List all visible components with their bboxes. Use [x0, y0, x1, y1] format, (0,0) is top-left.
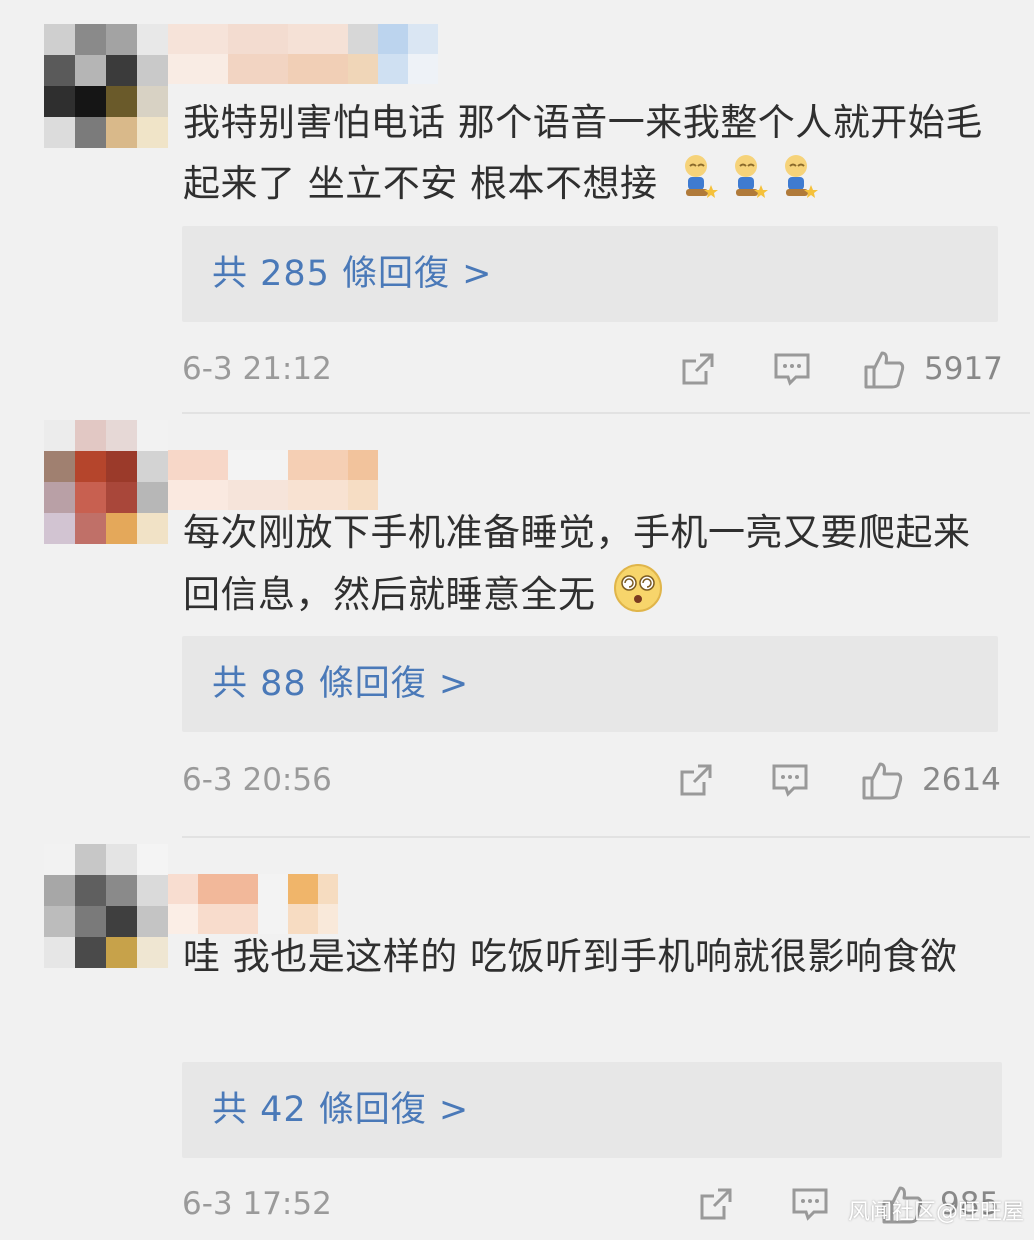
replies-box[interactable]: 共 88 條回復 >	[182, 636, 998, 732]
comment-2: 每次刚放下手机准备睡觉，手机一亮又要爬起来回信息，然后就睡意全无 共 88 條回…	[0, 416, 1034, 836]
avatar[interactable]	[44, 420, 168, 544]
comment-icon[interactable]	[770, 760, 814, 800]
comment-icon[interactable]	[790, 1184, 834, 1224]
view-replies-link[interactable]: 共 285 條回復 >	[212, 226, 493, 322]
like-count: 2614	[922, 762, 1001, 798]
watermark: 风闻社区@旺旺屋	[847, 1200, 1024, 1225]
dizzy-face-emoji-icon	[612, 562, 664, 631]
share-icon[interactable]	[676, 760, 720, 800]
share-icon[interactable]	[696, 1184, 740, 1224]
comment-3: 哇 我也是这样的 吃饭听到手机响就很影响食欲 共 42 條回復 > 6-3 17…	[0, 840, 1034, 1240]
comment-icon[interactable]	[772, 349, 816, 389]
thumbs-up-icon[interactable]	[860, 760, 904, 800]
comment-meta: 6-3 21:12 5917	[182, 339, 1003, 399]
comment-text-body: 我特别害怕电话 那个语音一来我整个人就开始毛起来了 坐立不安 根本不想接	[183, 101, 983, 205]
timestamp: 6-3 21:12	[182, 351, 332, 387]
comment-text-body: 哇 我也是这样的 吃饭听到手机响就很影响食欲	[183, 935, 958, 978]
timestamp: 6-3 17:52	[182, 1186, 332, 1222]
replies-box[interactable]: 共 42 條回復 >	[182, 1062, 1002, 1158]
timestamp: 6-3 20:56	[182, 762, 332, 798]
doge-emoji-icon	[680, 152, 820, 219]
divider	[182, 836, 1030, 838]
comment-text: 每次刚放下手机准备睡觉，手机一亮又要爬起来回信息，然后就睡意全无	[183, 504, 1003, 631]
divider	[182, 412, 1030, 414]
comment-meta: 6-3 20:56 2614	[182, 750, 1002, 810]
like-count: 5917	[924, 351, 1003, 387]
thumbs-up-icon[interactable]	[862, 349, 906, 389]
username-blurred[interactable]	[168, 24, 438, 84]
view-replies-link[interactable]: 共 42 條回復 >	[212, 1062, 469, 1158]
comment-1: 我特别害怕电话 那个语音一来我整个人就开始毛起来了 坐立不安 根本不想接 共 2…	[0, 0, 1034, 412]
avatar[interactable]	[44, 24, 168, 148]
avatar[interactable]	[44, 844, 168, 968]
comment-text-body: 每次刚放下手机准备睡觉，手机一亮又要爬起来回信息，然后就睡意全无	[183, 511, 971, 616]
comment-text: 哇 我也是这样的 吃饭听到手机响就很影响食欲	[183, 928, 983, 986]
comment-text: 我特别害怕电话 那个语音一来我整个人就开始毛起来了 坐立不安 根本不想接	[183, 94, 1003, 219]
share-icon[interactable]	[678, 349, 722, 389]
username-blurred[interactable]	[168, 450, 378, 510]
replies-box[interactable]: 共 285 條回復 >	[182, 226, 998, 322]
view-replies-link[interactable]: 共 88 條回復 >	[212, 636, 469, 732]
username-blurred[interactable]	[168, 874, 338, 934]
